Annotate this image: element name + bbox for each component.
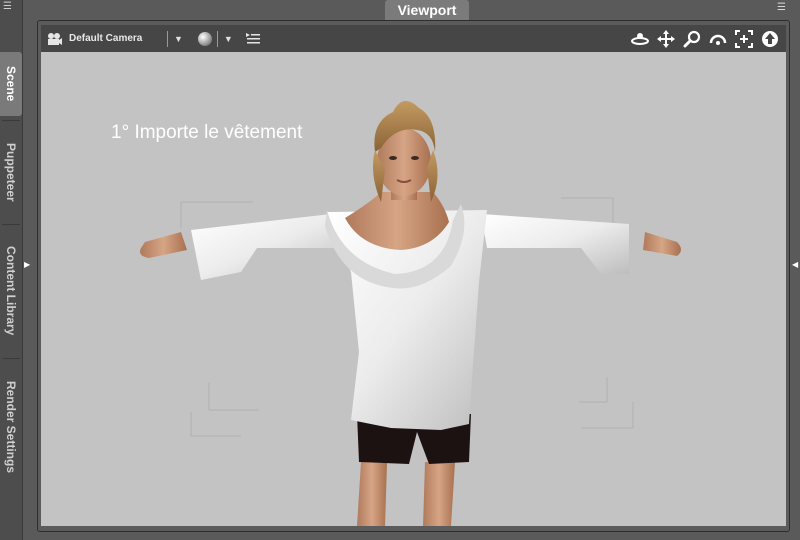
frame-icon[interactable] (734, 29, 754, 49)
viewport-canvas[interactable]: 1° Importe le vêtement (41, 52, 786, 526)
toolbar-divider (216, 30, 218, 47)
tab-content-library-label: Content Library (4, 246, 18, 336)
pan-icon[interactable] (656, 29, 676, 49)
pane-options-icon[interactable]: ☰ (777, 2, 786, 13)
reset-view-icon[interactable] (760, 29, 780, 49)
tab-render-settings-label: Render Settings (4, 380, 18, 473)
camera-icon[interactable] (45, 29, 65, 49)
sphere-icon[interactable] (195, 29, 215, 49)
viewport-annotation: 1° Importe le vêtement (111, 122, 303, 143)
pane-menu-icon[interactable]: ☰ (3, 2, 17, 12)
viewport-pane: Default Camera ▼ ▼ 1° Importe le vêtemen… (37, 20, 790, 532)
tab-render-settings[interactable]: Render Settings (0, 362, 22, 492)
tab-content-library[interactable]: Content Library (0, 228, 22, 354)
tab-scene[interactable]: Scene (0, 52, 22, 116)
roll-icon[interactable] (708, 29, 728, 49)
tab-separator (2, 358, 20, 359)
tab-separator (2, 224, 20, 225)
left-collapse-arrow-icon[interactable]: ▶ (24, 260, 30, 269)
viewport-tab[interactable]: Viewport (385, 0, 469, 20)
chevron-down-icon[interactable]: ▼ (224, 34, 233, 44)
toolbar-divider (167, 30, 168, 47)
tab-scene-label: Scene (4, 66, 18, 102)
tab-puppeteer-label: Puppeteer (4, 142, 18, 202)
viewport-toolbar: Default Camera ▼ ▼ (41, 25, 786, 52)
chevron-down-icon[interactable]: ▼ (174, 34, 183, 44)
tab-separator (2, 120, 20, 121)
tab-puppeteer[interactable]: Puppeteer (0, 124, 22, 220)
pane-header: Viewport ☰ (24, 0, 800, 20)
zoom-icon[interactable] (682, 29, 702, 49)
orbit-icon[interactable] (630, 29, 650, 49)
list-options-icon[interactable] (243, 29, 263, 49)
right-collapse-arrow-icon[interactable]: ◀ (792, 260, 798, 269)
camera-selector[interactable]: Default Camera (69, 33, 165, 44)
side-pane-tab-strip: ☰ Scene Puppeteer Content Library Render… (0, 0, 23, 540)
